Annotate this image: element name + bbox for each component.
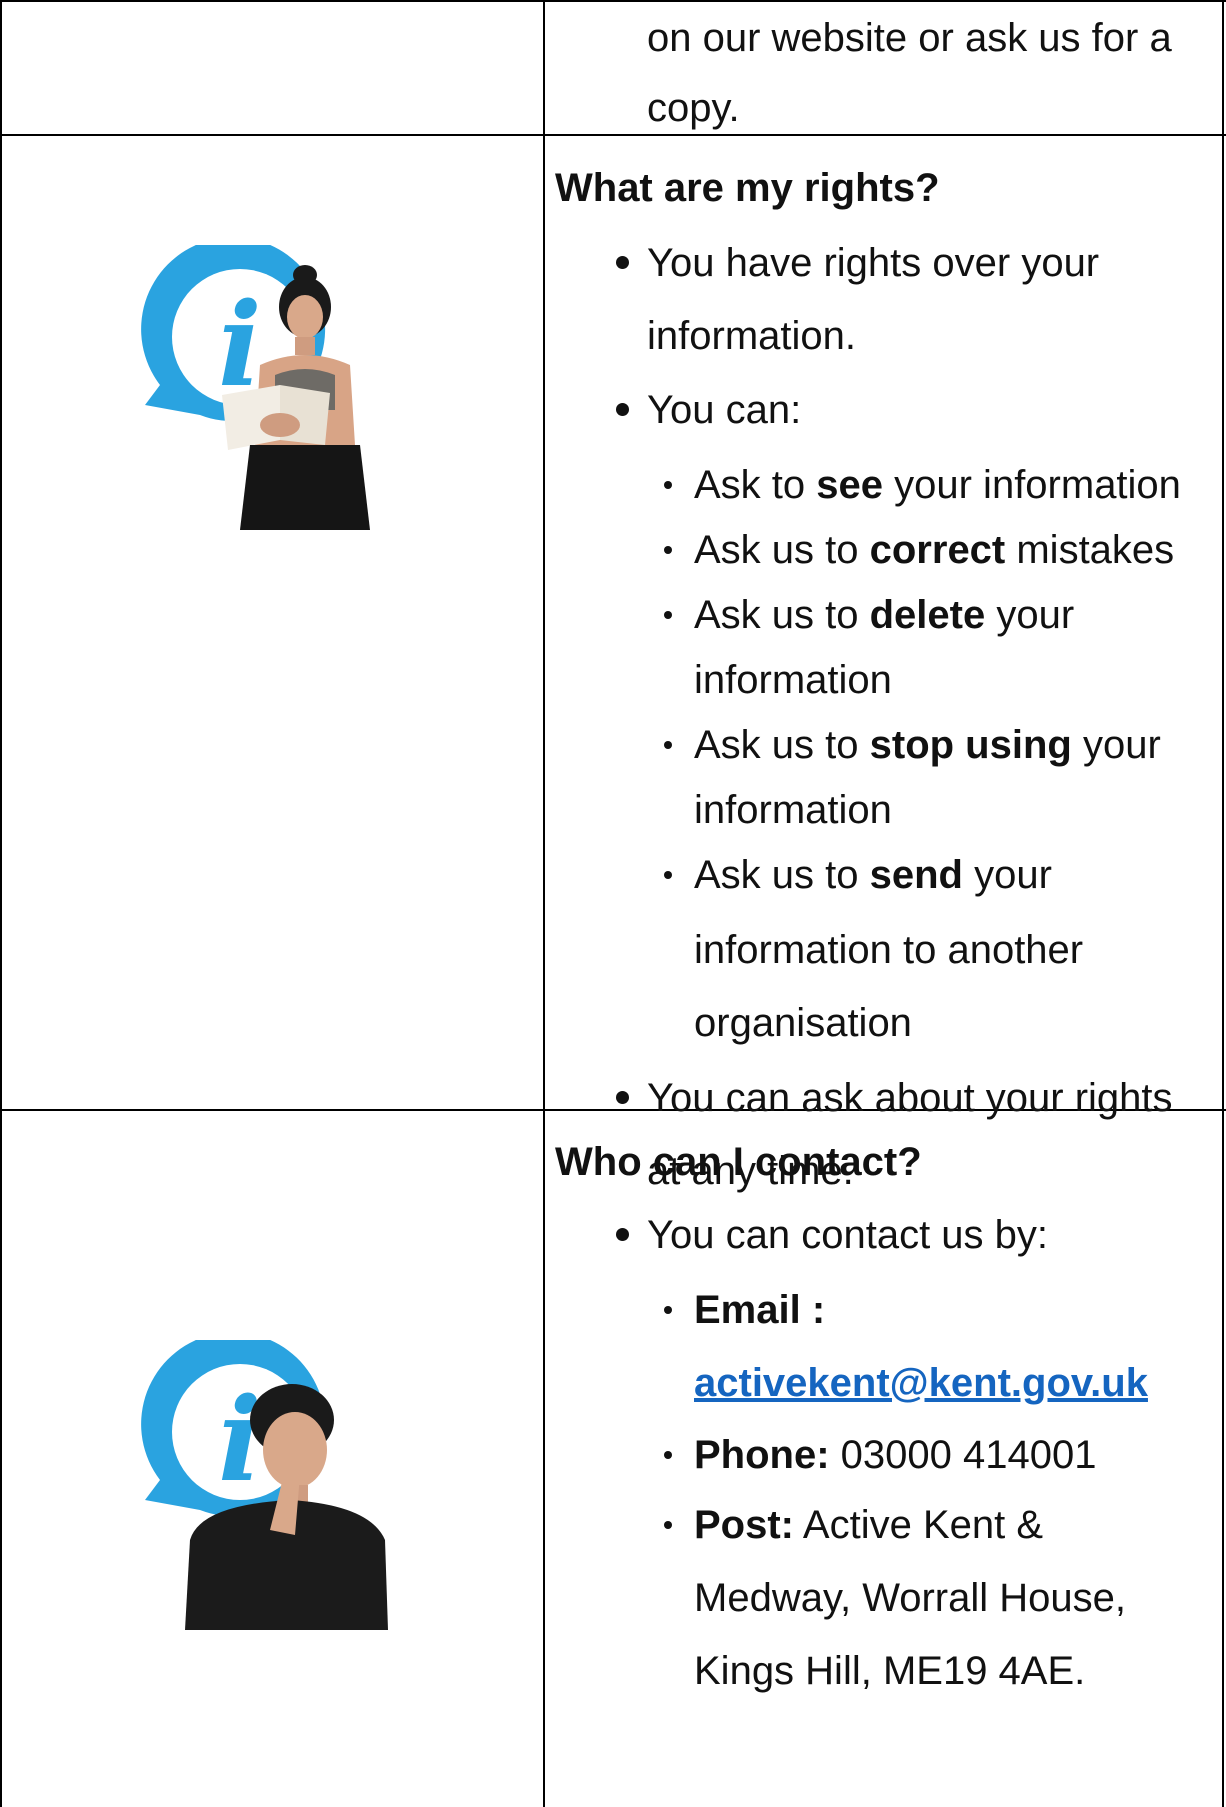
info-icon: i: [141, 237, 370, 530]
rights-heading: What are my rights?: [555, 166, 940, 210]
bullet-dot: [616, 1228, 629, 1241]
right-see: Ask to see your information: [694, 463, 1181, 507]
post-line3: Kings Hill, ME19 4AE.: [694, 1649, 1086, 1693]
bullet-dot: [616, 256, 629, 269]
right-correct: Ask us to correct mistakes: [694, 528, 1175, 572]
row-divider: [2, 134, 1226, 136]
right-delete: Ask us to delete your: [694, 593, 1075, 637]
right-send: Ask us to send your: [694, 853, 1052, 897]
sub-bullet-dot: [664, 871, 672, 879]
rights-bullet1-line1: You have rights over your: [647, 241, 1100, 285]
row1-line1: on our website or ask us for a: [647, 16, 1172, 60]
info-reading-illustration: i: [130, 237, 380, 530]
info-icon: i: [141, 1332, 388, 1630]
sub-bullet-dot: [664, 1306, 672, 1314]
sub-bullet-dot: [664, 611, 672, 619]
contact-heading-visible: Who can I contact?: [555, 1140, 922, 1184]
right-stop-cont: information: [694, 788, 892, 832]
post-line1: Post: Active Kent &: [694, 1503, 1044, 1547]
bullet-dot: [616, 1091, 629, 1104]
right-stop: Ask us to stop using your: [694, 723, 1161, 767]
sub-bullet-dot: [664, 1521, 672, 1529]
rights-bullet2: You can:: [647, 388, 802, 432]
svg-text:i: i: [218, 1373, 262, 1508]
column-divider: [543, 0, 545, 1807]
sub-bullet-dot: [664, 546, 672, 554]
bullet-dot: [616, 403, 629, 416]
contact-intro: You can contact us by:: [647, 1213, 1049, 1257]
right-delete-cont: information: [694, 658, 892, 702]
right-send-cont2: organisation: [694, 1001, 912, 1045]
rights-bullet1-line2: information.: [647, 314, 856, 358]
phone-line: Phone: 03000 414001: [694, 1433, 1097, 1477]
email-label: Email :: [694, 1288, 826, 1332]
email-link[interactable]: activekent@kent.gov.uk: [694, 1363, 1148, 1403]
post-line2: Medway, Worrall House,: [694, 1576, 1126, 1620]
rights-bullet3-line1: You can ask about your rights: [647, 1076, 1173, 1120]
sub-bullet-dot: [664, 1451, 672, 1459]
row-divider: [2, 0, 1226, 2]
row1-line2: copy.: [647, 86, 740, 130]
info-thinking-illustration: i: [130, 1332, 390, 1630]
sub-bullet-dot: [664, 481, 672, 489]
sub-bullet-dot: [664, 741, 672, 749]
right-send-cont1: information to another: [694, 928, 1084, 972]
